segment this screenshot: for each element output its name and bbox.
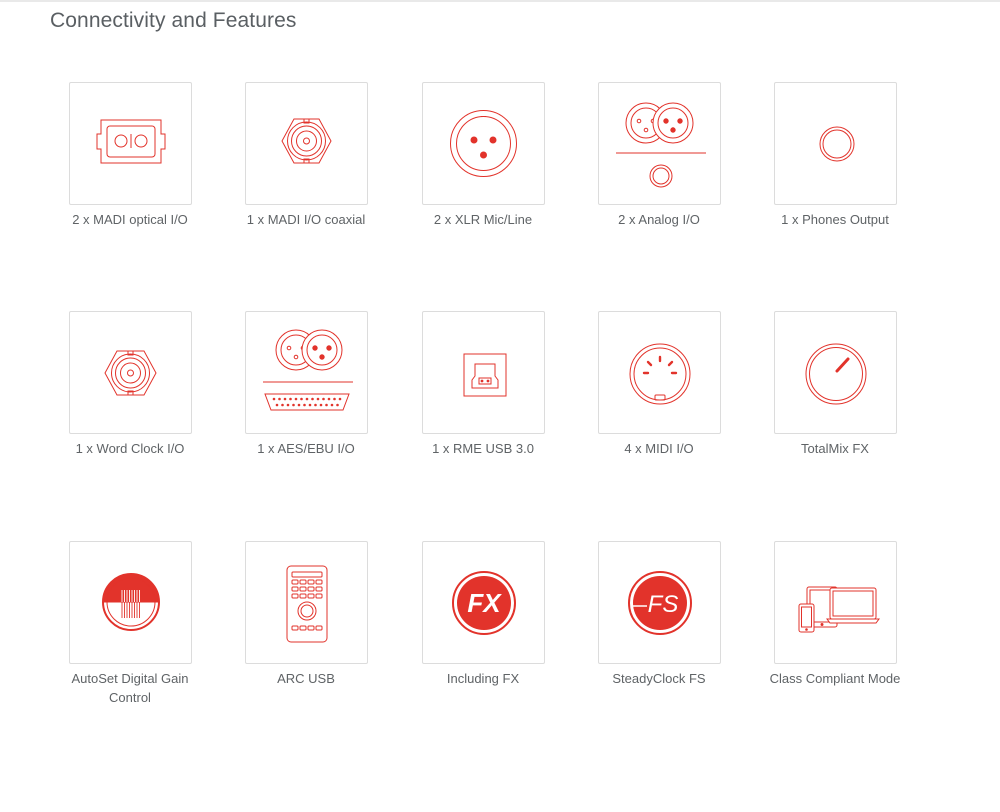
feature-steadyclock-fs[interactable]: FS SteadyClock FS [571, 541, 747, 688]
xlr-connector-icon [449, 110, 517, 177]
aes-ebu-icon [262, 329, 353, 411]
totalmix-knob-icon [805, 343, 866, 405]
feature-phones-output[interactable]: 1 x Phones Output [747, 82, 923, 229]
feature-tile[interactable] [773, 311, 897, 434]
usb-port-icon [463, 353, 506, 397]
feature-label: Including FX [446, 671, 520, 686]
feature-tile[interactable] [244, 311, 368, 434]
feature-label: 1 x Word Clock I/O [75, 441, 185, 456]
feature-tile[interactable] [773, 82, 897, 205]
feature-tile[interactable] [597, 311, 721, 434]
fx-badge-icon: FX [451, 571, 516, 635]
feature-label: 1 x AES/EBU I/O [257, 441, 355, 456]
feature-class-compliant[interactable]: Class Compliant Mode [747, 541, 923, 688]
arc-remote-icon [286, 565, 327, 643]
feature-label: SteadyClock FS [612, 671, 706, 686]
feature-aes-ebu[interactable]: 1 x AES/EBU I/O [218, 311, 394, 458]
feature-label: 1 x MADI I/O coaxial [246, 212, 366, 227]
steadyclock-fs-icon: FS [627, 571, 692, 635]
feature-rme-usb[interactable]: 1 x RME USB 3.0 [395, 311, 571, 458]
feature-tile[interactable]: FS [597, 541, 721, 664]
feature-tile[interactable] [421, 82, 545, 205]
feature-arc-usb[interactable]: ARC USB [218, 541, 394, 688]
feature-word-clock[interactable]: 1 x Word Clock I/O [42, 311, 218, 458]
feature-tile[interactable] [244, 541, 368, 664]
feature-tile[interactable] [68, 541, 192, 664]
word-clock-bnc-icon [103, 350, 157, 396]
feature-tile[interactable] [68, 82, 192, 205]
features-grid: 2 x MADI optical I/O 1 x MADI I/O coaxia… [0, 0, 1000, 812]
feature-label: ARC USB [277, 671, 335, 686]
fs-badge-text: FS [647, 591, 678, 618]
fx-badge-text: FX [467, 588, 502, 618]
feature-tile[interactable] [597, 82, 721, 205]
feature-label: 2 x Analog I/O [618, 212, 700, 227]
feature-including-fx[interactable]: FX Including FX [395, 541, 571, 688]
feature-label: 2 x MADI optical I/O [72, 212, 188, 227]
feature-totalmix-fx[interactable]: TotalMix FX [747, 311, 923, 458]
feature-madi-optical[interactable]: 2 x MADI optical I/O [42, 82, 218, 229]
feature-xlr-mic-line[interactable]: 2 x XLR Mic/Line [395, 82, 571, 229]
feature-label: Class Compliant Mode [769, 671, 901, 686]
bnc-coaxial-icon [280, 118, 332, 164]
feature-autoset-gain[interactable]: AutoSet Digital Gain Control [42, 541, 218, 707]
devices-icon [798, 586, 880, 633]
feature-tile[interactable] [244, 82, 368, 205]
feature-madi-coaxial[interactable]: 1 x MADI I/O coaxial [218, 82, 394, 229]
feature-tile[interactable] [68, 311, 192, 434]
feature-midi-io[interactable]: 4 x MIDI I/O [571, 311, 747, 458]
feature-label: TotalMix FX [801, 441, 869, 456]
feature-label: 1 x RME USB 3.0 [432, 441, 534, 456]
phones-jack-icon [819, 126, 854, 162]
midi-din-icon [629, 343, 690, 405]
feature-tile[interactable]: FX [421, 541, 545, 664]
autoset-gain-icon [101, 573, 160, 631]
feature-label: AutoSet Digital Gain Control [71, 671, 189, 705]
feature-label: 1 x Phones Output [781, 212, 889, 227]
madi-optical-icon [96, 119, 165, 164]
feature-tile[interactable] [773, 541, 897, 664]
feature-label: 2 x XLR Mic/Line [433, 212, 533, 227]
analog-io-icon [615, 102, 706, 188]
feature-tile[interactable] [421, 311, 545, 434]
feature-analog-io[interactable]: 2 x Analog I/O [571, 82, 747, 229]
feature-label: 4 x MIDI I/O [624, 441, 694, 456]
